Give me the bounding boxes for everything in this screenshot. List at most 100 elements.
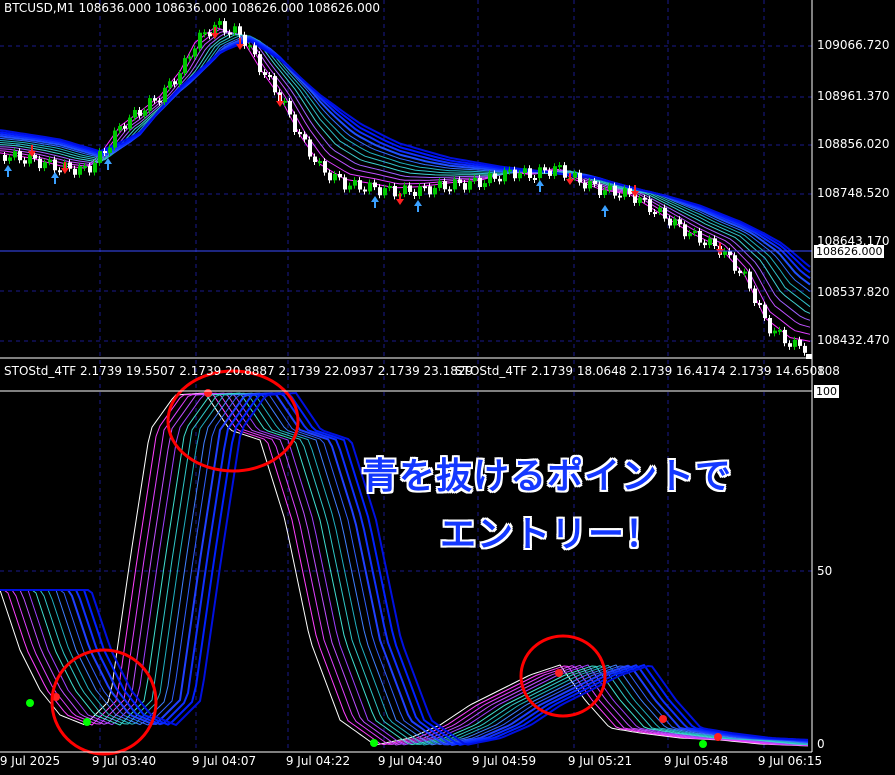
indicator-title-left: STOStd_4TF 2.1739 19.5507 2.1739 20.8887… [4, 364, 474, 378]
candle-body [193, 48, 197, 57]
candle-body [173, 81, 177, 85]
candle-body [653, 212, 657, 215]
candle-body [43, 162, 47, 169]
candle-body [413, 191, 417, 196]
candle-body [148, 98, 152, 111]
time-label-8: 9 Jul 05:48 [663, 754, 729, 768]
candle-body [358, 180, 362, 190]
indicator-ribbon-line [0, 392, 809, 746]
candle-body [783, 329, 787, 344]
candle-body [708, 238, 712, 246]
candle-body [673, 219, 677, 226]
candle-body [488, 173, 492, 184]
candle-body [83, 165, 87, 168]
time-label-4: 9 Jul 04:22 [285, 754, 351, 768]
candle-body [48, 159, 52, 163]
candle-body [258, 54, 262, 73]
time-label-5: 9 Jul 04:40 [377, 754, 443, 768]
candle-body [798, 339, 802, 346]
candle-body [268, 74, 272, 77]
candle-body [143, 110, 147, 116]
candle-body [553, 166, 557, 176]
indicator-ribbon-line [0, 392, 809, 745]
candle-body [58, 170, 62, 173]
candle-body [463, 183, 467, 190]
candle-body [703, 242, 707, 246]
candle-body [188, 56, 192, 59]
candle-body [563, 165, 567, 178]
candle-body [523, 168, 527, 174]
buy-arrow-icon [536, 180, 544, 192]
candle-body [588, 180, 592, 189]
red-dot [714, 733, 722, 741]
indicator-ribbon-line [0, 392, 809, 746]
candle-body [198, 32, 202, 49]
candle-body [513, 169, 517, 179]
candle-body [643, 197, 647, 200]
candle-body [648, 199, 652, 213]
candle-body [353, 180, 357, 186]
candle-body [558, 165, 562, 168]
candle-body [128, 117, 132, 129]
candle-body [273, 76, 277, 93]
candle-body [218, 21, 222, 25]
candle-body [123, 126, 127, 129]
indicator-ribbon-line [0, 392, 809, 746]
candle-body [713, 238, 717, 246]
time-label-3: 9 Jul 04:07 [191, 754, 257, 768]
candle-body [338, 173, 342, 178]
candle-body [768, 317, 772, 334]
candle-body [793, 339, 797, 347]
signal-arrows [4, 27, 724, 255]
candle-body [238, 26, 242, 35]
price-level-6: 108537.820 [817, 285, 890, 299]
candle-body [103, 151, 107, 154]
candle-body [383, 188, 387, 196]
indicator-ribbon-line [0, 392, 809, 746]
candle-body [168, 81, 172, 88]
candle-body [263, 72, 267, 75]
time-label-1: 9 Jul 2025 [0, 754, 61, 768]
candle-body [538, 167, 542, 179]
current-price-badge: 108626.000 [814, 245, 885, 258]
ribbon-line [0, 37, 811, 280]
candle-body [448, 189, 452, 192]
candle-body [348, 185, 352, 190]
candle-body [443, 181, 447, 190]
indicator-ribbon-line [0, 392, 809, 746]
time-label-2: 9 Jul 03:40 [91, 754, 157, 768]
red-dot [204, 389, 212, 397]
candle-body [423, 186, 427, 189]
candle-body [658, 207, 662, 213]
candle-body [153, 98, 157, 101]
candle-body [113, 130, 117, 148]
candle-body [758, 303, 762, 306]
price-level-7: 108432.470 [817, 333, 890, 347]
ribbon-line [0, 36, 811, 286]
candle-body [253, 45, 257, 55]
candle-body [668, 218, 672, 226]
buy-arrow-icon [601, 205, 609, 217]
candle-body [483, 183, 487, 188]
candle-body [508, 169, 512, 172]
candle-body [133, 110, 137, 118]
ribbon-line [0, 30, 811, 328]
red-dot [659, 715, 667, 723]
time-label-6: 9 Jul 04:59 [471, 754, 537, 768]
candle-body [403, 185, 407, 195]
time-label-9: 9 Jul 06:15 [757, 754, 823, 768]
main-chart-title: BTCUSD,M1 108636.000 108636.000 108626.0… [4, 1, 381, 15]
candle-body [98, 151, 102, 163]
candle-body [73, 168, 77, 175]
candle-body [598, 184, 602, 196]
indicator-level-100: 100 [814, 385, 839, 398]
price-level-3: 108856.020 [817, 137, 890, 151]
candle-body [623, 188, 627, 197]
candle-body [158, 100, 162, 103]
indicator-level-50: 50 [817, 564, 833, 578]
candle-body [328, 172, 332, 181]
candle-body [428, 186, 432, 195]
chart-canvas[interactable] [0, 0, 895, 775]
candle-body [433, 187, 437, 195]
candle-body [78, 166, 82, 175]
